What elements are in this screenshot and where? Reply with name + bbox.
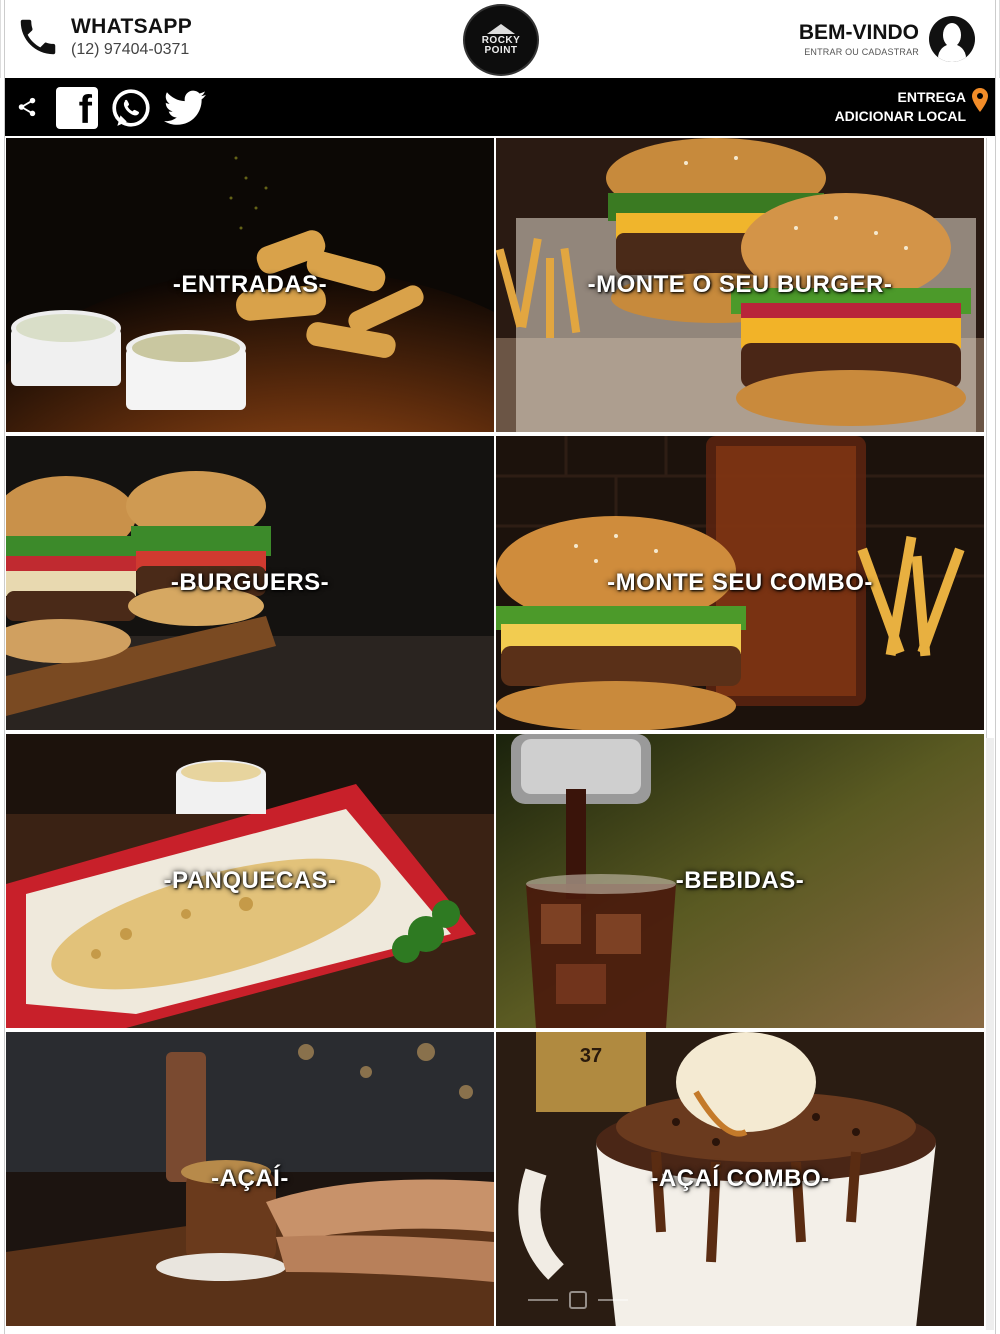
- home-indicator[interactable]: [528, 1288, 628, 1312]
- delivery-location[interactable]: ENTREGA ADICIONAR LOCAL: [835, 88, 988, 126]
- svg-text:37: 37: [580, 1045, 602, 1067]
- whatsapp-contact[interactable]: WHATSAPP (12) 97404-0371: [15, 12, 192, 62]
- location-pin-icon: [972, 88, 988, 112]
- category-label: -AÇAÍ COMBO-: [650, 1165, 830, 1192]
- whatsapp-number[interactable]: (12) 97404-0371: [71, 41, 192, 59]
- scrollbar-thumb[interactable]: [986, 138, 994, 738]
- delivery-label: ENTREGA: [897, 89, 966, 105]
- social-navbar: f ENTREGA ADICIONAR LOCAL: [4, 78, 996, 136]
- category-tile-monte-o-seu-burger[interactable]: -MONTE O SEU BURGER-: [496, 138, 984, 432]
- whatsapp-title: WHATSAPP: [71, 15, 193, 38]
- rocky-point-logo[interactable]: ROCKY POINT: [463, 4, 539, 76]
- category-label: -MONTE SEU COMBO-: [607, 569, 873, 596]
- twitter-icon[interactable]: [164, 89, 206, 127]
- whatsapp-icon[interactable]: [110, 87, 152, 129]
- category-label: -BEBIDAS-: [675, 867, 805, 894]
- home-icon[interactable]: [569, 1291, 587, 1309]
- add-location-link[interactable]: ADICIONAR LOCAL: [835, 107, 966, 126]
- category-tile-acai[interactable]: -AÇAÍ-: [6, 1032, 494, 1326]
- logo-text: ROCKY POINT: [481, 35, 521, 56]
- user-avatar-icon[interactable]: [929, 16, 975, 62]
- category-tile-panquecas[interactable]: -PANQUECAS-: [6, 734, 494, 1028]
- top-header: WHATSAPP (12) 97404-0371 ROCKY POINT BEM-…: [0, 0, 1000, 78]
- category-label: -PANQUECAS-: [163, 867, 337, 894]
- mountain-icon: [487, 24, 515, 34]
- phone-icon: [20, 19, 56, 55]
- category-tile-burguers[interactable]: -BURGUERS-: [6, 436, 494, 730]
- category-tile-monte-seu-combo[interactable]: -MONTE SEU COMBO-: [496, 436, 984, 730]
- login-register-link[interactable]: ENTRAR OU CADASTRAR: [799, 47, 919, 57]
- category-label: -ENTRADAS-: [172, 271, 328, 298]
- category-tile-entradas[interactable]: -ENTRADAS-: [6, 138, 494, 432]
- category-label: -AÇAÍ-: [211, 1165, 289, 1192]
- category-label: -BURGUERS-: [170, 569, 330, 596]
- account-area[interactable]: BEM-VINDO ENTRAR OU CADASTRAR: [799, 16, 975, 62]
- category-tile-acai-combo[interactable]: 37 -AÇAÍ COMBO-: [496, 1032, 984, 1326]
- welcome-title: BEM-VINDO: [798, 21, 919, 44]
- facebook-icon[interactable]: f: [56, 87, 98, 132]
- category-label: -MONTE O SEU BURGER-: [587, 271, 893, 298]
- category-tile-bebidas[interactable]: -BEBIDAS-: [496, 734, 984, 1028]
- share-icon[interactable]: [16, 96, 38, 118]
